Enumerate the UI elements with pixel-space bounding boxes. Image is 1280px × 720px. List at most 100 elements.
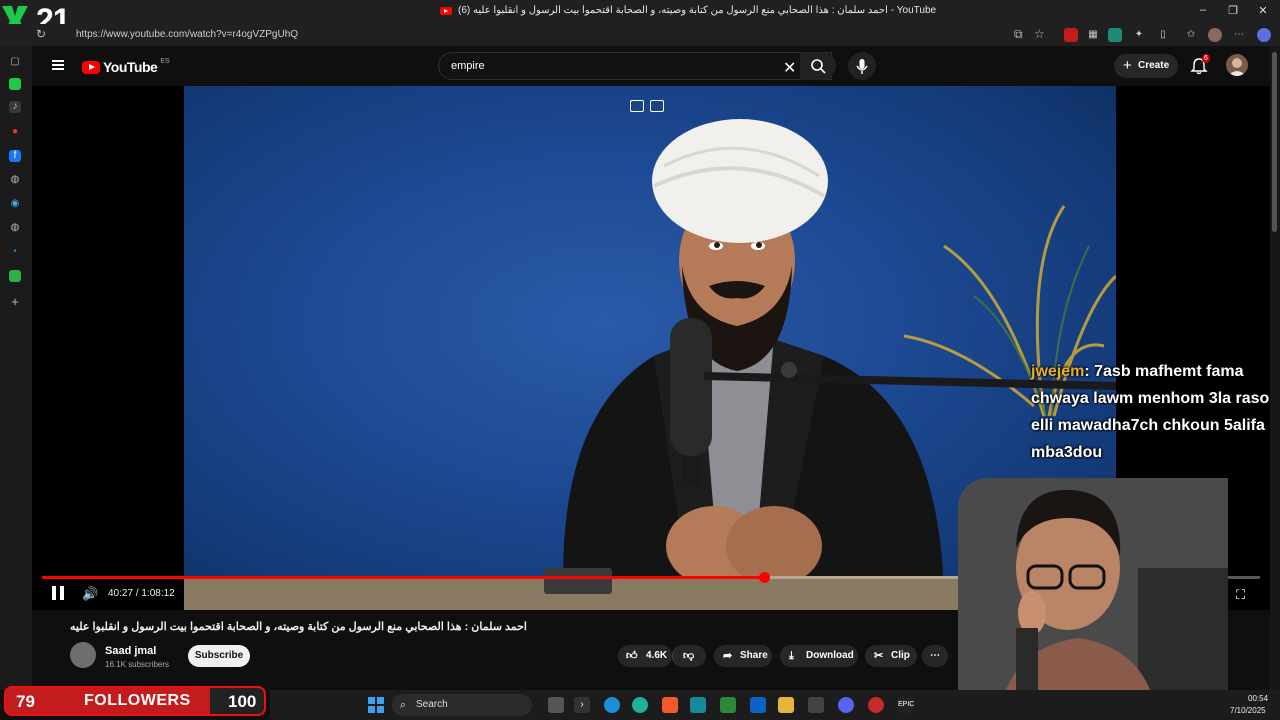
followers-goal-bar: 79 FOLLOWERS 100	[4, 686, 266, 716]
taskbar-search[interactable]: ⌕ Search	[392, 694, 532, 716]
edge-browser-icon[interactable]	[604, 697, 620, 713]
more-actions-button[interactable]: ⋯	[922, 645, 948, 667]
app-icon[interactable]	[720, 697, 736, 713]
audio-tab-icon[interactable]: ♪	[9, 101, 21, 113]
chat-username: jwejem	[1031, 363, 1085, 380]
clip-label: Clip	[891, 650, 910, 661]
volume-icon[interactable]: 🔊	[82, 586, 98, 602]
progress-played	[42, 576, 765, 579]
search-value: empire	[451, 60, 485, 72]
miniplayer-icon[interactable]	[630, 100, 644, 112]
maximize-icon[interactable]: ❐	[1223, 4, 1243, 17]
like-button[interactable]: 👍︎ 4.6K	[618, 645, 672, 667]
followers-goal: 100	[228, 692, 257, 711]
pause-icon[interactable]	[52, 586, 64, 600]
extension-teal-icon[interactable]	[1108, 28, 1122, 42]
scissors-icon: ✂	[874, 650, 884, 662]
epic-games-icon[interactable]: EPIC	[898, 697, 914, 713]
download-label: Download	[806, 650, 854, 661]
task-view-icon[interactable]	[548, 697, 564, 713]
youtube-wordmark: YouTube	[103, 59, 158, 75]
player-top-controls	[630, 100, 664, 112]
search-button[interactable]	[800, 52, 836, 80]
outlook-icon[interactable]	[750, 697, 766, 713]
region-code: ES	[160, 57, 170, 65]
app-tab-icon[interactable]: •	[9, 246, 21, 258]
youtube-favicon-icon	[440, 6, 452, 15]
taskbar-search-label: Search	[416, 699, 448, 710]
youtube-header: YouTube ES empire ✕ + Create 6	[32, 46, 1270, 86]
app-icon[interactable]	[690, 697, 706, 713]
thumbs-up-icon: 👍︎	[626, 650, 638, 662]
file-explorer-icon[interactable]	[778, 697, 794, 713]
search-input[interactable]: empire ✕	[438, 52, 832, 80]
new-tab-plus-icon[interactable]: +	[9, 295, 21, 308]
clear-search-icon[interactable]: ✕	[783, 58, 796, 78]
account-avatar[interactable]	[1226, 54, 1248, 76]
clock-date: 7/10/2025	[1230, 706, 1266, 715]
globe-tab-icon[interactable]: ◍	[9, 174, 21, 186]
minimize-icon[interactable]: –	[1193, 4, 1213, 16]
thumbs-down-icon: 👎︎	[683, 650, 695, 662]
voice-search-button[interactable]	[848, 52, 876, 80]
windows-start-icon[interactable]	[368, 697, 384, 713]
scroll-thumb[interactable]	[1272, 52, 1277, 232]
browser-tab[interactable]: (6) احمد سلمان : هذا الصحابي منع الرسول …	[440, 5, 936, 16]
subscribe-button[interactable]: Subscribe	[188, 645, 250, 667]
webcam-overlay	[958, 478, 1228, 720]
extensions-puzzle-icon[interactable]: ✦	[1132, 28, 1146, 42]
create-label: Create	[1138, 60, 1170, 71]
search-icon	[811, 59, 826, 74]
store-tab-icon[interactable]	[9, 270, 21, 282]
video-title: احمد سلمان : هذا الصحابي منع الرسول من ك…	[70, 621, 527, 633]
notification-count-badge: 6	[1202, 54, 1210, 63]
menu-hamburger-icon[interactable]	[52, 60, 64, 70]
share-arrow-icon: ➦	[723, 650, 733, 662]
share-button[interactable]: ➦ Share	[714, 645, 772, 667]
download-icon: ⤓	[789, 650, 794, 662]
web-tab-icon[interactable]: ◉	[9, 198, 21, 210]
discord-icon[interactable]	[838, 697, 854, 713]
app-view-icon[interactable]: ⧉	[1014, 27, 1023, 42]
like-count: 4.6K	[646, 650, 668, 661]
split-screen-icon[interactable]: ▯	[1156, 28, 1170, 42]
close-icon[interactable]: ✕	[1253, 4, 1273, 17]
facebook-tab-icon[interactable]: f	[9, 150, 21, 162]
clip-button[interactable]: ✂ Clip	[865, 645, 917, 667]
tab-actions-icon[interactable]: ▢	[9, 56, 21, 68]
globe-tab-icon[interactable]: ◍	[9, 222, 21, 234]
app-icon[interactable]	[868, 697, 884, 713]
profile-avatar-icon[interactable]	[1208, 28, 1222, 42]
youtube-logo[interactable]: YouTube ES	[82, 57, 170, 75]
terminal-icon[interactable]: ›	[574, 697, 590, 713]
brave-browser-icon[interactable]	[662, 697, 678, 713]
refresh-icon[interactable]: ↻	[36, 27, 46, 41]
copilot-icon[interactable]	[1257, 28, 1271, 42]
channel-avatar[interactable]	[70, 642, 96, 668]
microphone-icon	[856, 59, 868, 74]
dislike-button[interactable]: 👎︎	[672, 645, 706, 667]
url-field[interactable]: https://www.youtube.com/watch?v=r4ogVZPg…	[62, 27, 1002, 43]
tab-title: (6) احمد سلمان : هذا الصحابي منع الرسول …	[458, 5, 937, 16]
store-icon[interactable]	[808, 697, 824, 713]
edge-dev-icon[interactable]	[632, 697, 648, 713]
followers-label: FOLLOWERS	[84, 692, 191, 709]
extension-icon[interactable]: ▦	[1086, 28, 1100, 42]
followers-current: 79	[16, 692, 35, 711]
youtube-tab-icon[interactable]: ●	[9, 126, 21, 138]
youtube-play-icon	[82, 60, 100, 74]
channel-name[interactable]: Saad jmal	[105, 645, 156, 657]
captions-panel-icon[interactable]	[650, 100, 664, 112]
windows-taskbar: ⌕ Search › EPIC 00:54 7/10/2025	[270, 690, 1280, 720]
plus-icon: +	[1123, 57, 1132, 74]
fullscreen-icon[interactable]: ⛶	[1236, 587, 1245, 603]
create-button[interactable]: + Create	[1114, 54, 1178, 78]
favorites-icon[interactable]: ✩	[1184, 28, 1198, 42]
extension-red-icon[interactable]	[1064, 28, 1078, 42]
kick-tab-icon[interactable]	[9, 78, 21, 90]
page-scrollbar[interactable]	[1270, 46, 1280, 690]
search-icon: ⌕	[400, 699, 407, 711]
download-button[interactable]: ⤓ Download	[780, 645, 858, 667]
favorite-star-icon[interactable]: ☆	[1034, 27, 1045, 41]
more-menu-icon[interactable]: ⋯	[1232, 28, 1246, 42]
